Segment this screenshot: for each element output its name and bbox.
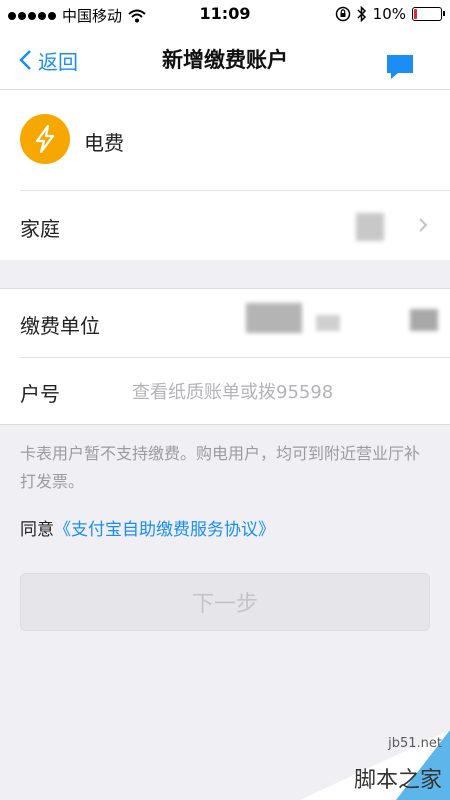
lightning-bolt-icon — [20, 114, 70, 164]
chevron-right-icon — [419, 218, 428, 232]
battery-icon — [412, 7, 445, 21]
redacted-value — [356, 213, 384, 241]
agreement-prefix: 同意 — [20, 520, 54, 540]
redacted-value — [316, 315, 340, 331]
account-number-input[interactable] — [132, 376, 422, 408]
message-icon — [387, 55, 413, 79]
status-right: 10% — [335, 5, 445, 23]
redacted-value — [410, 309, 438, 331]
account-row: 户号 — [0, 358, 450, 425]
biller-name: 电费 — [84, 131, 124, 155]
page-title: 新增缴费账户 — [162, 48, 288, 72]
orientation-lock-icon — [335, 6, 350, 22]
battery-percent: 10% — [372, 5, 406, 23]
status-bar: 中国移动 11:09 10% — [0, 0, 450, 30]
group-selector[interactable]: 家庭 — [0, 191, 450, 260]
lightning-bolt-glyph — [35, 124, 55, 154]
biller-row: 电费 — [0, 90, 450, 190]
biller-card: 电费 家庭 — [0, 90, 450, 260]
message-button[interactable] — [386, 54, 414, 80]
battery-fill — [414, 9, 417, 19]
account-label: 户号 — [20, 382, 60, 406]
watermark-url: jb51.net — [388, 736, 442, 751]
notice-text: 卡表用户暂不支持缴费。购电用户，均可到附近营业厅补打发票。 — [20, 444, 421, 491]
payment-unit-label: 缴费单位 — [20, 314, 100, 338]
agreement-link[interactable]: 《支付宝自助缴费服务协议》 — [54, 520, 275, 540]
group-label: 家庭 — [20, 217, 60, 241]
bluetooth-icon — [357, 6, 366, 22]
redacted-value — [246, 303, 302, 333]
payment-unit-selector[interactable]: 缴费单位 — [0, 289, 450, 357]
account-form: 缴费单位 户号 — [0, 288, 450, 425]
watermark: jb51.net 脚本之家 — [300, 730, 450, 800]
nav-bar: 返回 新增缴费账户 — [0, 30, 450, 90]
agreement: 同意《支付宝自助缴费服务协议》 — [20, 515, 275, 540]
next-button[interactable]: 下一步 — [20, 573, 430, 631]
watermark-name: 脚本之家 — [353, 768, 442, 793]
